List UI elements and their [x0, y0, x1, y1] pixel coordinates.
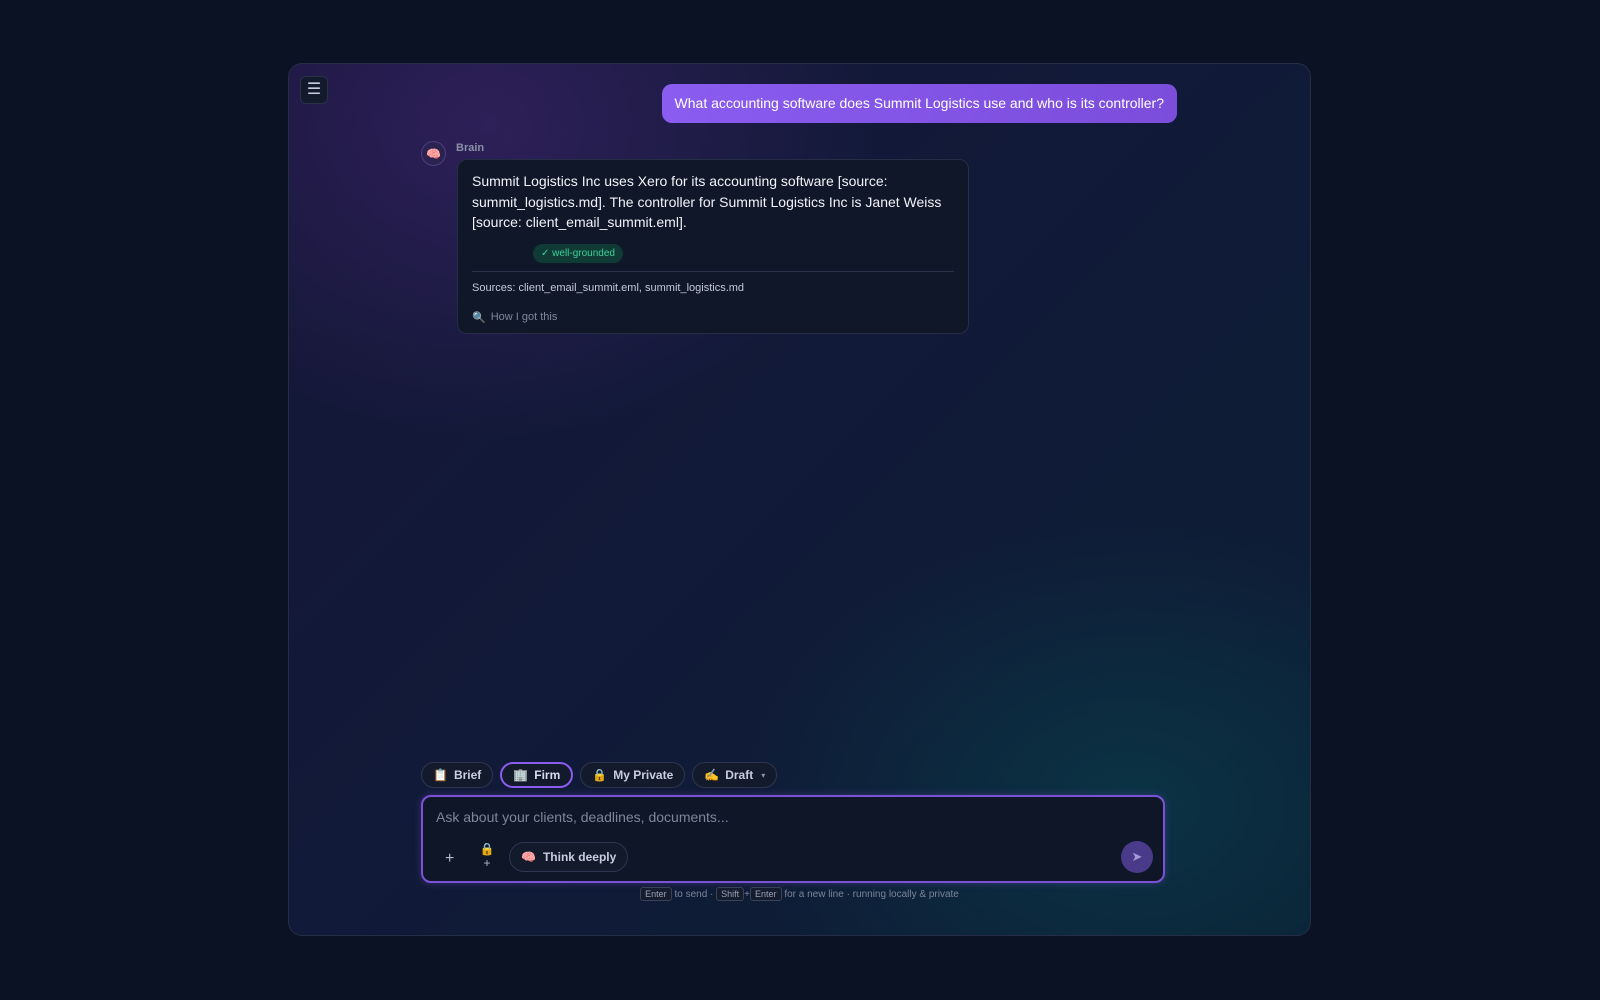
writing-hand-icon: ✍️ — [704, 768, 720, 782]
lock-icon: 🔒 — [592, 768, 608, 782]
sources-list: Sources: client_email_summit.eml, summit… — [472, 281, 745, 294]
chevron-down-icon: ▾ — [761, 770, 766, 780]
hint-text: for a new line · running locally & priva… — [784, 889, 959, 900]
mode-chip-label: Brief — [453, 768, 482, 782]
assistant-answer-card: Summit Logistics Inc uses Xero for its a… — [457, 159, 969, 334]
private-attach-button[interactable]: 🔒 + — [477, 842, 497, 870]
hint-text: to send · — [674, 889, 714, 900]
assistant-name: Brain — [456, 142, 485, 154]
magnifier-icon: 🔍 — [472, 311, 486, 324]
think-deeply-button[interactable]: 🧠 Think deeply — [509, 842, 629, 872]
mode-chip-label: My Private — [613, 768, 674, 782]
mode-chips: 📋 Brief 🏢 Firm 🔒 My Private ✍️ Draft ▾ — [421, 762, 778, 788]
how-i-got-this-label: How I got this — [490, 311, 558, 323]
composer: + 🔒 + 🧠 Think deeply ➤ — [421, 795, 1165, 883]
shift-key-hint: Shift — [716, 887, 745, 901]
lock-icon: 🔒 — [479, 842, 495, 856]
think-deeply-label: Think deeply — [542, 850, 617, 864]
mode-chip-draft[interactable]: ✍️ Draft ▾ — [692, 762, 778, 788]
app-frame: ☰ What accounting software does Summit L… — [288, 63, 1311, 936]
brain-icon: 🧠 — [426, 146, 441, 161]
plus-icon: + — [483, 856, 491, 870]
mode-chip-firm[interactable]: 🏢 Firm — [500, 762, 574, 788]
how-i-got-this-link[interactable]: 🔍 How I got this — [472, 311, 557, 324]
menu-icon[interactable]: ☰ — [300, 76, 328, 104]
user-message: What accounting software does Summit Log… — [661, 84, 1177, 123]
keyboard-hint: Enter to send · Shift + Enter for a new li… — [289, 887, 1310, 901]
enter-key-hint: Enter — [640, 887, 672, 901]
mode-chip-my-private[interactable]: 🔒 My Private — [580, 762, 686, 788]
brain-icon: 🧠 — [521, 850, 536, 864]
mode-chip-brief[interactable]: 📋 Brief — [421, 762, 494, 788]
enter-key-hint: Enter — [750, 887, 782, 901]
assistant-answer-text: Summit Logistics Inc uses Xero for its a… — [472, 173, 942, 230]
mode-chip-label: Draft — [725, 768, 754, 782]
send-button[interactable]: ➤ — [1121, 841, 1153, 873]
brain-avatar-icon: 🧠 — [421, 141, 446, 166]
mode-chip-label: Firm — [534, 768, 561, 782]
attach-plus-icon[interactable]: + — [445, 850, 454, 868]
clipboard-icon: 📋 — [433, 768, 448, 782]
message-input[interactable] — [436, 809, 1126, 825]
send-icon: ➤ — [1131, 849, 1143, 864]
well-grounded-badge: ✓ well-grounded — [533, 243, 623, 263]
answer-divider — [472, 270, 954, 272]
building-icon: 🏢 — [513, 768, 529, 782]
